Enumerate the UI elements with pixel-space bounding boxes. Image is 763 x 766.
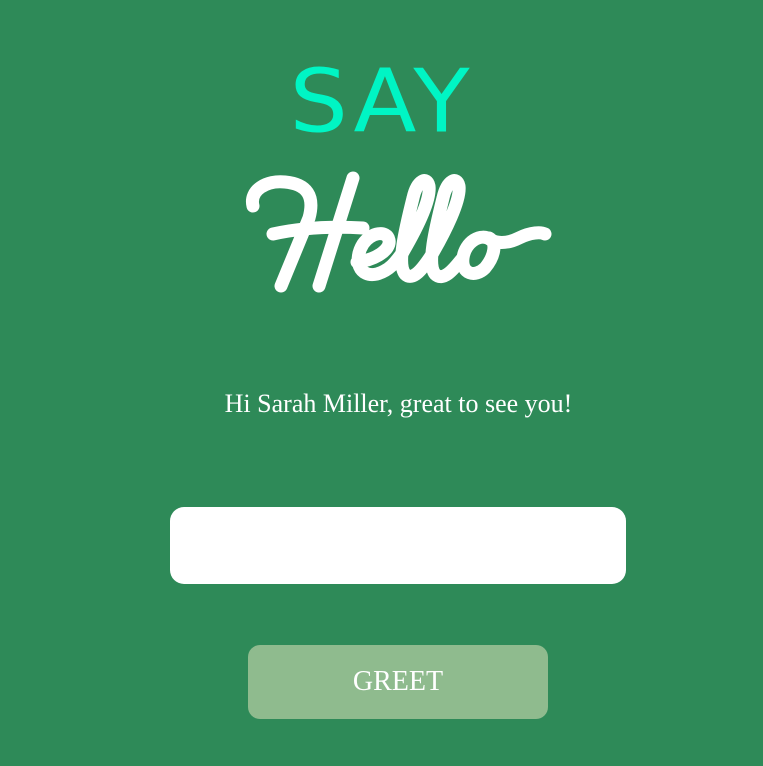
greeting-message: Hi Sarah Miller, great to see you! — [224, 389, 573, 418]
logo-say-text: SAY — [289, 50, 474, 153]
name-input[interactable] — [170, 507, 626, 584]
greet-button[interactable]: GREET — [248, 645, 548, 719]
logo-hello-script — [246, 171, 552, 293]
say-hello-logo: SAY — [0, 0, 763, 330]
